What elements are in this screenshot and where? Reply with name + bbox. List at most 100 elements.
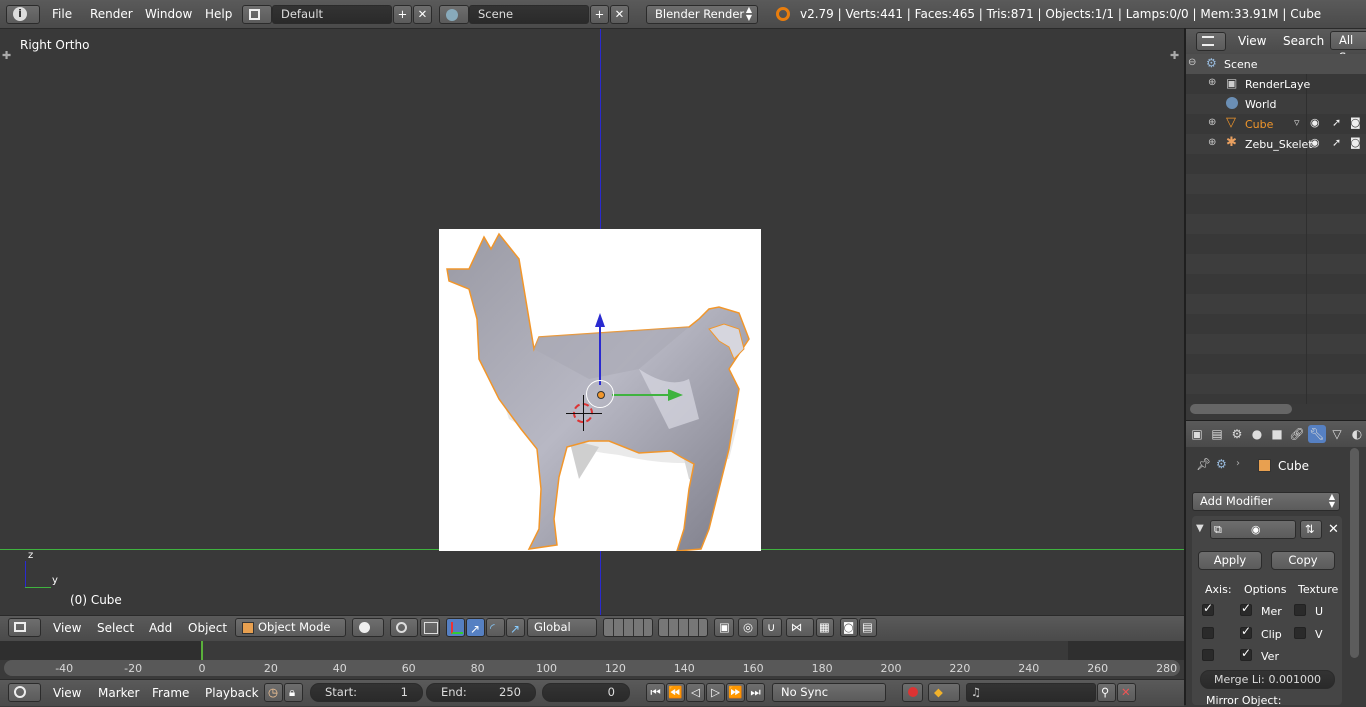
mode-dropdown[interactable]: Object Mode [235, 618, 346, 637]
modifier-apply-button[interactable]: Apply [1198, 551, 1262, 570]
texture-u-checkbox[interactable] [1294, 604, 1306, 616]
add-modifier-dropdown[interactable]: Add Modifier ▲ ▼ [1192, 492, 1340, 511]
snap-element-dropdown[interactable]: ⋈ [786, 618, 814, 637]
editor-type-outliner-button[interactable] [1196, 32, 1226, 51]
modifier-collapse-icon[interactable]: ▼ [1196, 523, 1204, 534]
transform-z-arrow[interactable] [599, 325, 601, 385]
constraints-tab-icon[interactable]: 🔗︎ [1288, 425, 1306, 443]
end-frame-field[interactable]: End: 250 [426, 683, 536, 702]
outliner-display-filter[interactable]: All Sc [1330, 31, 1366, 64]
transform-y-arrow[interactable] [612, 394, 670, 396]
modifier-header-controls[interactable]: ⧉ ◉ [1210, 520, 1296, 539]
viewport-menu-select[interactable]: Select [97, 621, 134, 635]
proportional-edit-button[interactable]: ◎ [738, 618, 758, 637]
transform-y-arrowhead[interactable] [668, 389, 683, 401]
world-tab-icon[interactable]: ● [1248, 425, 1266, 443]
snap-target-button[interactable]: ▦ [816, 618, 834, 637]
keying-set-dropdown[interactable]: ◆ [928, 683, 960, 702]
data-tab-icon[interactable]: ▽ [1328, 425, 1346, 443]
axis-z-checkbox[interactable] [1202, 649, 1214, 661]
visibility-eye-icon[interactable]: ◉ [1310, 136, 1320, 149]
add-layout-button[interactable]: + [393, 5, 412, 24]
modifier-remove-icon[interactable]: ✕ [1328, 522, 1339, 537]
texture-v-checkbox[interactable] [1294, 627, 1306, 639]
object-tab-icon[interactable]: ■ [1268, 425, 1286, 443]
merge-limit-field[interactable]: Merge Li: 0.001000 [1200, 670, 1335, 689]
render-engine-dropdown[interactable]: Blender Render ▲ ▼ [646, 5, 758, 24]
insert-keyframe-button[interactable]: ⚲ [1097, 683, 1116, 702]
collapse-icon[interactable]: ⊖ [1188, 57, 1196, 68]
jump-keyframe-forward-button[interactable]: ⏩ [726, 683, 745, 702]
axis-y-checkbox[interactable] [1202, 627, 1214, 639]
scale-arrow-button[interactable]: ↗ [506, 618, 525, 637]
timeline-menu-playback[interactable]: Playback [205, 686, 259, 700]
manipulator-toggle[interactable] [420, 618, 440, 637]
add-scene-button[interactable]: + [590, 5, 609, 24]
play-button[interactable]: ▷ [706, 683, 725, 702]
render-animation-button[interactable]: ▤ [859, 618, 877, 637]
jump-start-button[interactable]: ⏮ [646, 683, 665, 702]
material-tab-icon[interactable]: ◐ [1348, 425, 1366, 443]
axis-x-checkbox[interactable] [1202, 601, 1214, 616]
render-tab-icon[interactable]: ▣ [1188, 425, 1206, 443]
menu-file[interactable]: File [52, 7, 72, 21]
modifier-copy-button[interactable]: Copy [1271, 551, 1335, 570]
plus-widget-left[interactable]: ✚ [2, 49, 11, 62]
current-frame-field[interactable]: 0 [542, 683, 630, 702]
sync-dropdown[interactable]: No Sync [772, 683, 886, 702]
layout-type-button[interactable] [242, 5, 272, 24]
translate-manipulator-button[interactable] [446, 618, 465, 637]
plus-widget-right[interactable]: ✚ [1170, 49, 1179, 62]
outliner-row-renderlayers[interactable]: ⊕ ▣ RenderLaye [1186, 74, 1366, 94]
layers-grid-2[interactable] [658, 618, 708, 637]
snap-toggle-button[interactable]: ∪ [762, 618, 782, 637]
transform-z-arrowhead[interactable] [595, 313, 605, 327]
outliner-menu-search[interactable]: Search [1283, 34, 1324, 48]
merge-checkbox[interactable] [1240, 601, 1252, 616]
record-button[interactable] [902, 683, 923, 702]
editor-type-info-button[interactable]: i [6, 5, 40, 24]
render-layers-tab-icon[interactable]: ▤ [1208, 425, 1226, 443]
expand-icon[interactable]: ⊕ [1208, 77, 1216, 88]
clipping-checkbox[interactable] [1240, 624, 1252, 639]
select-cursor-icon[interactable]: ➚ [1332, 136, 1341, 149]
outliner-row-cube[interactable]: ⊕ ▽ Cube ▿ ◉ ➚ ◙ [1186, 114, 1366, 134]
orientation-dropdown[interactable]: Global [527, 618, 597, 637]
editor-type-timeline-button[interactable] [8, 683, 41, 702]
select-cursor-icon[interactable]: ➚ [1332, 116, 1341, 129]
shading-dropdown[interactable] [352, 618, 384, 637]
render-still-button[interactable]: ◙ [840, 618, 858, 637]
remove-layout-button[interactable]: ✕ [413, 5, 432, 24]
start-frame-field[interactable]: Start: 1 [310, 683, 423, 702]
scene-tab-icon[interactable]: ⚙ [1228, 425, 1246, 443]
timeline-menu-view[interactable]: View [53, 686, 81, 700]
viewport-menu-view[interactable]: View [53, 621, 81, 635]
pin-icon[interactable]: 📌︎ [1196, 457, 1211, 471]
delete-keyframe-button[interactable]: ✕ [1117, 683, 1136, 702]
modifier-move-button[interactable]: ⇅ [1300, 520, 1322, 539]
menu-render[interactable]: Render [90, 7, 133, 21]
viewport-menu-add[interactable]: Add [149, 621, 172, 635]
outliner-row-world[interactable]: World [1186, 94, 1366, 114]
lock-frame-button[interactable]: 🔒︎ [284, 683, 303, 702]
preview-range-button[interactable]: ◷ [264, 683, 283, 702]
layer-lock-button[interactable]: ▣ [714, 618, 734, 637]
scene-type-button[interactable] [439, 5, 469, 24]
outliner-row-skeleton[interactable]: ⊕ ✱ Zebu_Skelet ◉ ➚ ◙ [1186, 134, 1366, 154]
scale-manipulator-button[interactable]: ◜ [486, 618, 505, 637]
layers-grid-1[interactable] [603, 618, 653, 637]
playhead[interactable] [201, 641, 203, 660]
timeline-menu-marker[interactable]: Marker [98, 686, 139, 700]
menu-help[interactable]: Help [205, 7, 232, 21]
pivot-dropdown[interactable] [390, 618, 418, 637]
outliner-horizontal-scrollbar[interactable] [1190, 404, 1292, 414]
timeline-menu-frame[interactable]: Frame [152, 686, 189, 700]
expand-icon[interactable]: ⊕ [1208, 117, 1216, 128]
play-reverse-button[interactable]: ◁ [686, 683, 705, 702]
viewport-menu-object[interactable]: Object [188, 621, 227, 635]
properties-scrollbar[interactable] [1350, 448, 1359, 658]
active-keying-set-field[interactable]: ♫ [966, 683, 1096, 702]
jump-keyframe-back-button[interactable]: ⏪ [666, 683, 685, 702]
3d-viewport[interactable]: Right Ortho ✚ ✚ z y (0) Cube [0, 29, 1184, 615]
visibility-eye-icon[interactable]: ◉ [1310, 116, 1320, 129]
